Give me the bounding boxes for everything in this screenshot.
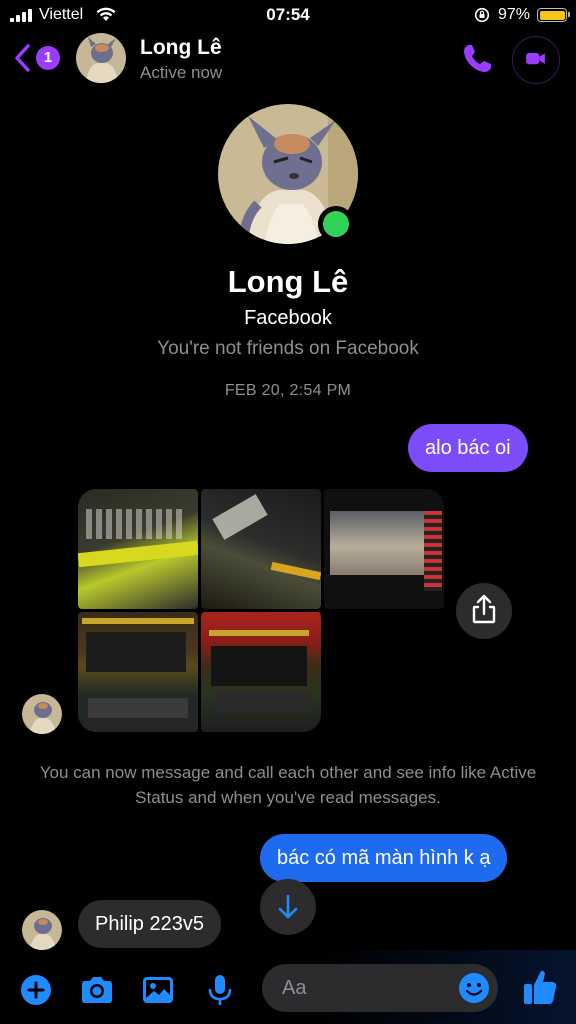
message-composer xyxy=(0,950,576,1024)
photo-attachment[interactable] xyxy=(201,489,321,609)
profile-name: Long Lê xyxy=(227,264,349,299)
plus-icon[interactable] xyxy=(18,972,54,1008)
profile-subtitle: Facebook xyxy=(244,307,332,329)
sent-message-bubble[interactable]: alo bác oi xyxy=(408,424,528,472)
orientation-lock-icon xyxy=(474,7,490,23)
video-call-button[interactable] xyxy=(512,36,560,84)
arrow-down-icon xyxy=(278,894,298,919)
status-bar: Viettel 07:54 97% xyxy=(0,0,576,30)
message-input[interactable] xyxy=(282,974,452,1002)
active-status: Active now xyxy=(140,63,223,82)
avatar[interactable] xyxy=(76,33,126,83)
friendship-note: You're not friends on Facebook xyxy=(157,338,419,359)
emoji-icon[interactable] xyxy=(458,972,490,1004)
share-icon xyxy=(472,594,496,624)
scroll-to-bottom-button[interactable] xyxy=(260,879,316,935)
unread-badge: 1 xyxy=(36,46,60,70)
sender-avatar[interactable] xyxy=(22,694,62,734)
battery-percent: 97% xyxy=(497,6,530,23)
online-indicator xyxy=(318,206,354,242)
phone-icon[interactable] xyxy=(460,42,494,76)
message-input-container[interactable] xyxy=(262,964,498,1012)
system-notice: You can now message and call each other … xyxy=(39,763,537,807)
photo-attachment[interactable] xyxy=(78,489,198,609)
back-chevron-icon xyxy=(15,44,30,72)
gallery-icon[interactable] xyxy=(140,972,176,1008)
received-message-bubble[interactable]: Philip 223v5 xyxy=(78,900,221,948)
battery-icon xyxy=(537,8,570,22)
camera-icon[interactable] xyxy=(79,972,115,1008)
sender-avatar[interactable] xyxy=(22,910,62,950)
photo-attachment[interactable] xyxy=(78,612,198,732)
thumbs-up-icon[interactable] xyxy=(522,968,558,1006)
sent-message-bubble[interactable]: bác có mã màn hình k ạ xyxy=(260,834,508,882)
chat-header: 1 Long Lê Active now xyxy=(0,30,576,86)
back-button[interactable]: 1 xyxy=(12,42,64,74)
share-button[interactable] xyxy=(456,583,512,639)
photo-attachment[interactable] xyxy=(324,489,444,609)
video-camera-icon xyxy=(526,52,545,65)
message-timestamp: FEB 20, 2:54 PM xyxy=(224,382,352,399)
photo-attachment[interactable] xyxy=(201,612,321,732)
contact-name[interactable]: Long Lê xyxy=(140,36,222,60)
microphone-icon[interactable] xyxy=(202,972,238,1008)
